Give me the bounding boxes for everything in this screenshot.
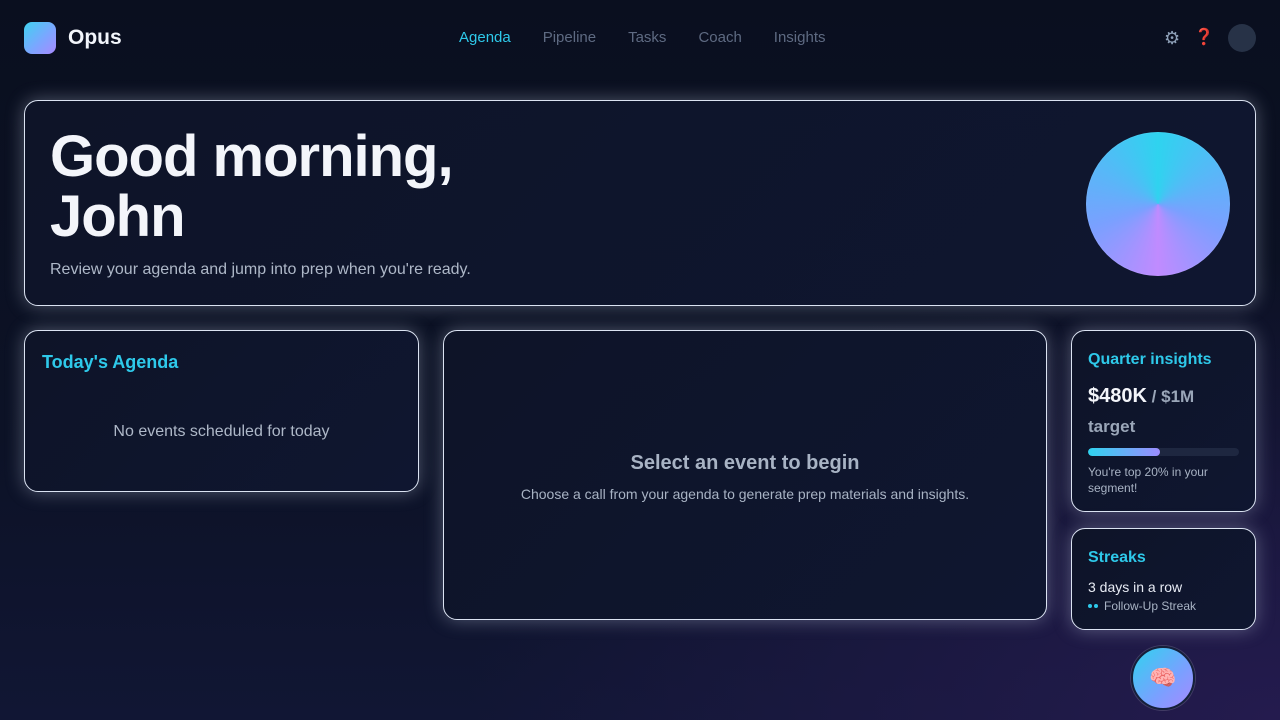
nav-tasks[interactable]: Tasks xyxy=(628,29,666,46)
nav-pipeline[interactable]: Pipeline xyxy=(543,29,596,46)
streak-label-row: Follow-Up Streak xyxy=(1088,599,1196,613)
streak-label: Follow-Up Streak xyxy=(1104,599,1197,613)
greeting-card: Good morning, John Review your agenda an… xyxy=(24,100,1256,306)
main-nav: Agenda Pipeline Tasks Coach Insights xyxy=(459,29,826,46)
workspace-subtitle: Choose a call from your agenda to genera… xyxy=(520,486,970,502)
agenda-empty-message: No events scheduled for today xyxy=(113,423,330,440)
streak-count: 3 days in a row xyxy=(1088,579,1183,595)
insight-note: You're top 20% in your segment! xyxy=(1088,465,1208,495)
user-name: John xyxy=(50,184,186,249)
progress-fill xyxy=(1088,448,1161,456)
gear-icon[interactable]: ⚙ xyxy=(1164,24,1180,52)
quarter-progress-bar xyxy=(1088,448,1239,456)
coach-fab-button[interactable]: 🧠 xyxy=(1131,646,1195,710)
goal-suffix: target xyxy=(1088,417,1136,436)
brain-icon: 🧠 xyxy=(1149,665,1177,690)
app-name: Opus xyxy=(68,26,122,49)
greeting-subtitle: Review your agenda and jump into prep wh… xyxy=(50,261,471,278)
workspace-title: Select an event to begin xyxy=(630,452,860,474)
assistant-orb xyxy=(1086,132,1230,276)
page-title: Good morning, John xyxy=(50,127,570,247)
quarter-insights-card: Quarter insights $480K / $1M target You'… xyxy=(1071,330,1256,512)
amount-separator: / xyxy=(1146,387,1162,406)
insights-title: Quarter insights xyxy=(1088,351,1212,368)
prep-workspace: Select an event to begin Choose a call f… xyxy=(443,330,1047,620)
current-amount: $480K xyxy=(1088,385,1147,407)
streaks-card: Streaks 3 days in a row Follow-Up Streak xyxy=(1071,528,1256,630)
nav-agenda[interactable]: Agenda xyxy=(459,29,511,46)
greeting-line: Good morning, xyxy=(50,124,454,189)
agenda-card: Today's Agenda No events scheduled for t… xyxy=(24,330,419,492)
avatar[interactable] xyxy=(1228,24,1256,52)
goal-amount: $1M xyxy=(1161,387,1195,406)
streaks-title: Streaks xyxy=(1088,549,1146,566)
logo xyxy=(24,22,56,54)
brand[interactable]: Opus xyxy=(24,22,122,54)
agenda-title: Today's Agenda xyxy=(42,352,179,372)
nav-coach[interactable]: Coach xyxy=(698,29,741,46)
top-bar: Opus Agenda Pipeline Tasks Coach Insight… xyxy=(0,0,1280,76)
streak-dots-icon xyxy=(1088,604,1098,608)
quarter-amount: $480K / $1M target xyxy=(1088,382,1248,442)
help-icon[interactable]: ❓ xyxy=(1194,24,1214,52)
nav-insights[interactable]: Insights xyxy=(774,29,826,46)
header-actions: ⚙ ❓ xyxy=(1164,24,1256,52)
